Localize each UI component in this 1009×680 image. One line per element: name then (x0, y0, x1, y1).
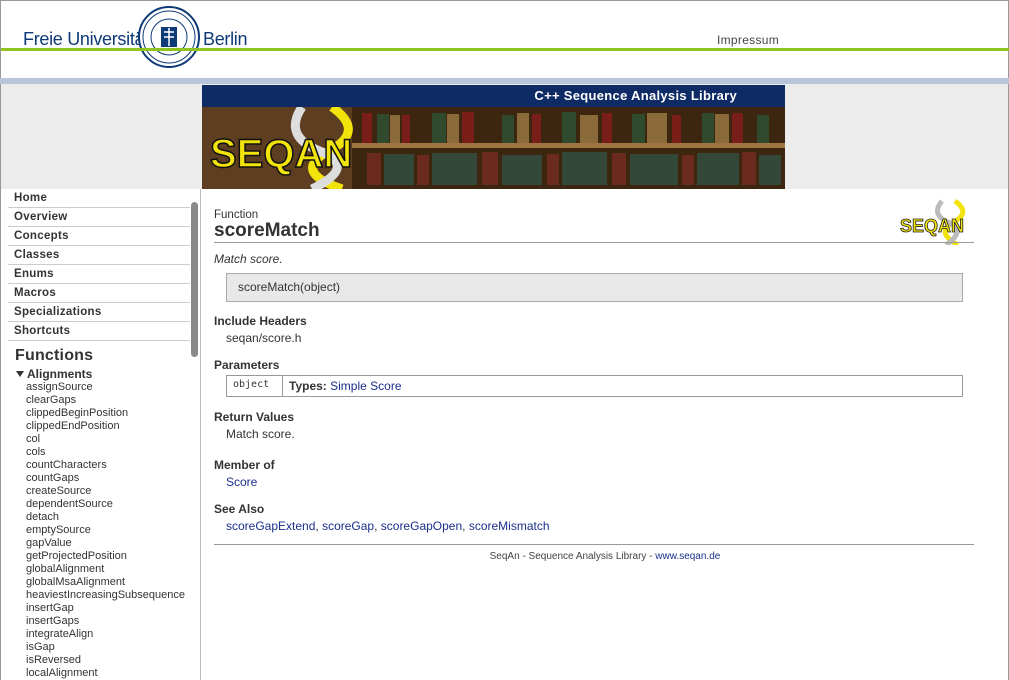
site-header: Freie Universität Berlin Impressum (0, 0, 1009, 78)
footer-text: SeqAn - Sequence Analysis Library - (489, 551, 656, 562)
function-link[interactable]: heaviestIncreasingSubsequence (26, 589, 200, 602)
function-link[interactable]: insertGap (26, 602, 200, 615)
library-bookshelf-image: SEQAN (202, 107, 785, 189)
header-accent-line (1, 48, 1009, 51)
separator: , (374, 519, 381, 533)
banner-area: C++ Sequence Analysis Library SEQAN (0, 84, 1009, 189)
function-link[interactable]: insertGaps (26, 615, 200, 628)
page-title: scoreMatch (214, 220, 320, 241)
param-type-link[interactable]: Simple Score (330, 379, 401, 393)
include-headers-heading: Include Headers (214, 314, 307, 328)
function-link[interactable]: isGap (26, 641, 200, 654)
function-link[interactable]: integrateAlign (26, 628, 200, 641)
function-link[interactable]: globalMsaAlignment (26, 576, 200, 589)
banner-artwork: SEQAN (202, 107, 785, 189)
function-link[interactable]: clearGaps (26, 394, 200, 407)
footer: SeqAn - Sequence Analysis Library - www.… (201, 551, 1009, 562)
see-also-link[interactable]: scoreGap (322, 519, 374, 533)
sidebar-group-alignments[interactable]: Alignments (16, 367, 200, 381)
param-desc-cell: Types: Simple Score (283, 376, 402, 396)
function-link[interactable]: createSource (26, 485, 200, 498)
sidebar-functions-heading: Functions (15, 347, 94, 364)
parameters-heading: Parameters (214, 358, 280, 372)
param-name-cell: object (227, 376, 283, 396)
footer-link[interactable]: www.seqan.de (655, 551, 720, 562)
seqan-banner: C++ Sequence Analysis Library SEQAN (202, 85, 785, 189)
seqan-logo-small-text: SEQAN (900, 216, 964, 236)
function-link[interactable]: detach (26, 511, 200, 524)
function-link[interactable]: assignSource (26, 381, 200, 394)
university-name-left: Freie Universität (23, 29, 149, 49)
footer-divider (214, 544, 974, 545)
see-also-links: scoreGapExtend, scoreGap, scoreGapOpen, … (226, 519, 550, 533)
sidebar-item-macros[interactable]: Macros (8, 284, 190, 303)
member-of-value: Score (226, 475, 257, 489)
function-link[interactable]: countGaps (26, 472, 200, 485)
summary-text: Match score. (214, 252, 283, 266)
university-name-right: Berlin (203, 29, 248, 49)
member-of-link[interactable]: Score (226, 475, 257, 489)
return-values-text: Match score. (226, 427, 295, 441)
function-link[interactable]: globalAlignment (26, 563, 200, 576)
disclosure-triangle-icon (16, 371, 24, 377)
sidebar-item-shortcuts[interactable]: Shortcuts (8, 322, 190, 341)
sidebar-item-home[interactable]: Home (8, 189, 190, 208)
return-values-heading: Return Values (214, 410, 295, 424)
title-divider (214, 242, 974, 243)
function-link[interactable]: emptySource (26, 524, 200, 537)
separator: , (462, 519, 469, 533)
sidebar-item-enums[interactable]: Enums (8, 265, 190, 284)
include-header-value: seqan/score.h (226, 331, 302, 345)
impressum-link[interactable]: Impressum (717, 33, 779, 47)
function-link[interactable]: localAlignment (26, 667, 200, 680)
signature-box: scoreMatch(object) (226, 273, 963, 302)
parameters-table: object Types: Simple Score (226, 375, 963, 397)
see-also-link[interactable]: scoreGapOpen (381, 519, 462, 533)
sidebar-item-overview[interactable]: Overview (8, 208, 190, 227)
function-link[interactable]: clippedEndPosition (26, 420, 200, 433)
seqan-logo-icon: SEQAN (900, 199, 966, 245)
member-of-heading: Member of (214, 458, 275, 472)
function-link[interactable]: isReversed (26, 654, 200, 667)
function-link[interactable]: cols (26, 446, 200, 459)
param-types-label: Types: (289, 379, 327, 393)
sidebar: Home Overview Concepts Classes Enums Macros Sp… (0, 189, 201, 680)
function-link[interactable]: countCharacters (26, 459, 200, 472)
sidebar-item-specializations[interactable]: Specializations (8, 303, 190, 322)
sidebar-item-concepts[interactable]: Concepts (8, 227, 190, 246)
function-link[interactable]: gapValue (26, 537, 200, 550)
university-seal-icon (138, 6, 200, 68)
see-also-link[interactable]: scoreGapExtend (226, 519, 315, 533)
sidebar-group-label: Alignments (27, 367, 93, 381)
function-link[interactable]: clippedBeginPosition (26, 407, 200, 420)
main-content: Function scoreMatch SEQAN Match score. s… (201, 189, 1009, 680)
seqan-logo-text: SEQAN (210, 132, 352, 176)
function-link[interactable]: dependentSource (26, 498, 200, 511)
banner-title: C++ Sequence Analysis Library (202, 85, 785, 107)
see-also-link[interactable]: scoreMismatch (469, 519, 550, 533)
function-link[interactable]: getProjectedPosition (26, 550, 200, 563)
sidebar-nav: Home Overview Concepts Classes Enums Macros Sp… (1, 189, 200, 341)
sidebar-scrollbar[interactable] (191, 202, 198, 357)
see-also-heading: See Also (214, 502, 265, 516)
function-list: assignSource clearGaps clippedBeginPositio… (1, 381, 200, 680)
sidebar-item-classes[interactable]: Classes (8, 246, 190, 265)
function-link[interactable]: col (26, 433, 200, 446)
